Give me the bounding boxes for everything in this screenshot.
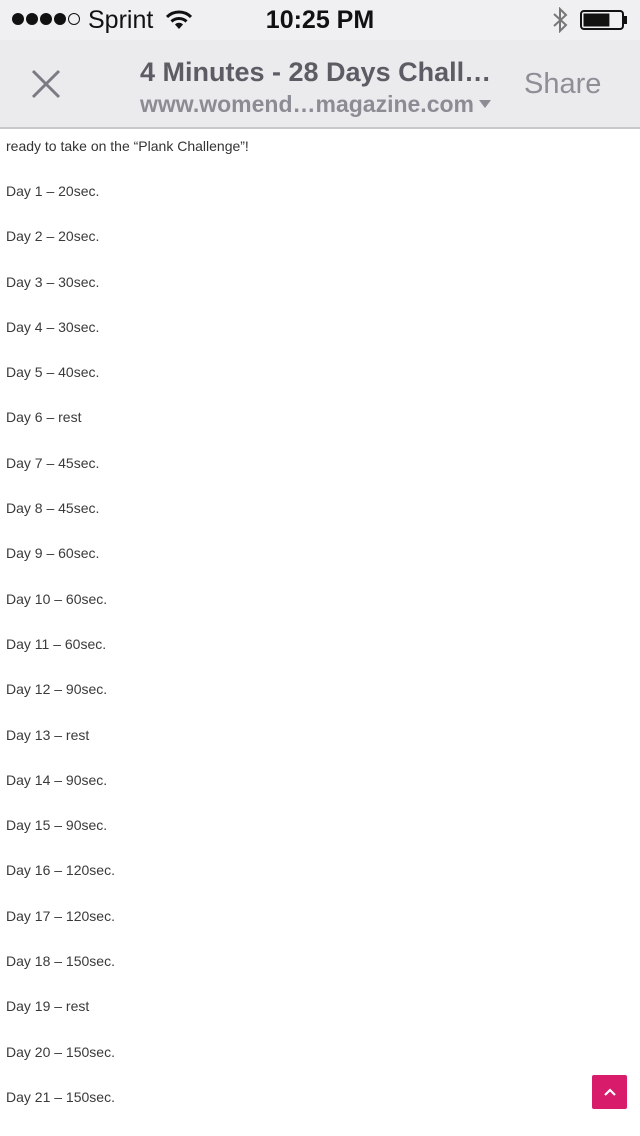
schedule-day-item: Day 14 – 90sec. [6,771,108,788]
schedule-day-item: Day 15 – 90sec. [6,817,108,834]
schedule-day-item: Day 2 – 20sec. [6,228,100,245]
schedule-day-item: Day 6 – rest [6,409,82,426]
status-time: 10:25 PM [265,6,375,34]
url-text: www.womend…magazine.com [140,91,474,117]
schedule-day-item: Day 16 – 120sec. [6,862,115,879]
browser-nav-bar: 4 Minutes - 28 Days Chall… www.womend…ma… [0,40,640,129]
intro-text: ready to take on the “Plank Challenge”! [6,138,249,154]
scroll-to-top-button[interactable] [592,1075,627,1109]
partial-text-line [6,130,306,131]
schedule-day-item: Day 18 – 150sec. [6,953,115,970]
schedule-day-item: Day 8 – 45sec. [6,500,100,517]
share-button[interactable]: Share [524,66,614,102]
battery-level [583,13,610,27]
schedule-day-item: Day 13 – rest [6,726,90,743]
schedule-day-item: Day 19 – rest [6,998,90,1015]
mobile-browser-screen: Sprint 10:25 PM 4 Minutes - 28 Days Chal… [0,0,640,1136]
schedule-day-item: Day 5 – 40sec. [6,364,100,381]
chevron-down-icon[interactable] [478,99,492,109]
schedule-day-item: Day 4 – 30sec. [6,318,100,335]
schedule-day-item: Day 17 – 120sec. [6,907,115,924]
page-title: 4 Minutes - 28 Days Chall… [140,57,492,87]
schedule-day-item: Day 12 – 90sec. [6,681,108,698]
schedule-day-item: Day 3 – 30sec. [6,273,100,290]
schedule-day-item: Day 7 – 45sec. [6,454,100,471]
schedule-day-item: Day 9 – 60sec. [6,545,100,562]
schedule-day-item: Day 1 – 20sec. [6,183,100,199]
battery-icon [580,10,627,30]
close-icon [31,69,61,99]
close-button[interactable] [26,64,66,104]
schedule-day-item: Day 20 – 150sec. [6,1043,115,1060]
schedule-day-item: Day 21 – 150sec. [6,1088,115,1105]
schedule-day-item: Day 10 – 60sec. [6,590,108,607]
status-bar: Sprint 10:25 PM [0,0,640,40]
url-field[interactable]: www.womend…magazine.com [140,90,510,118]
schedule-day-item: Day 11 – 60sec. [6,635,107,652]
bluetooth-icon [553,7,568,33]
chevron-up-icon [603,1088,616,1096]
plank-schedule-list: Day 1 – 20sec. Day 2 – 20sec. Day 3 – 30se… [6,182,606,1133]
article-content: ready to take on the “Plank Challenge”! … [6,130,626,1136]
